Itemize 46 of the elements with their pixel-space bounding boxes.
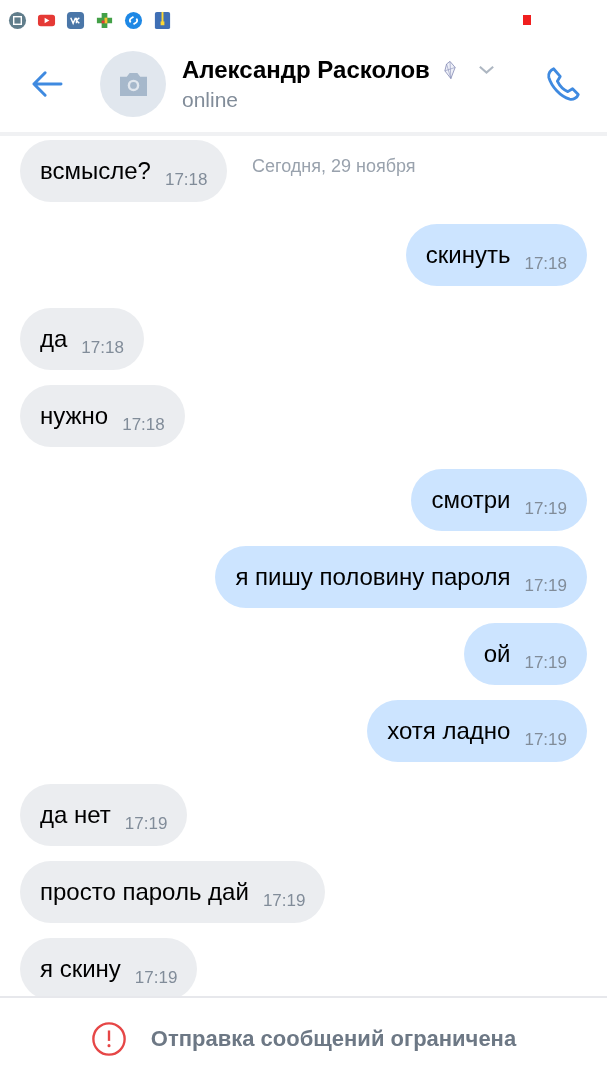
message-time: 17:19 xyxy=(134,968,178,988)
message-bubble[interactable]: да нет 17:19 xyxy=(20,784,188,846)
message-bubble[interactable]: хотя ладно 17:19 xyxy=(367,700,587,762)
message-bubble[interactable]: всмысле? 17:18 xyxy=(20,140,228,202)
message-time: 17:18 xyxy=(81,338,124,358)
message-text: смотри xyxy=(431,486,511,514)
message-text: хотя ладно xyxy=(387,717,511,745)
message-time: 17:19 xyxy=(124,814,168,834)
message-time: 17:19 xyxy=(262,891,306,911)
message-text: да нет xyxy=(40,801,111,829)
message-text: я скину xyxy=(40,955,121,983)
back-icon[interactable] xyxy=(30,70,64,98)
message-time: 17:18 xyxy=(164,170,208,190)
date-label: Сегодня, 29 ноября xyxy=(252,156,416,177)
app-icon xyxy=(66,10,85,30)
zipper-icon xyxy=(153,10,172,30)
message-bubble[interactable]: смотри 17:19 xyxy=(411,469,587,531)
message-time: 17:19 xyxy=(524,576,567,596)
message-bubble[interactable]: скинуть 17:18 xyxy=(405,224,587,286)
message-time: 17:19 xyxy=(524,499,567,519)
message-text: просто пароль дай xyxy=(40,878,249,906)
warning-icon xyxy=(90,1021,127,1057)
message-text: да xyxy=(40,325,68,353)
message-time: 17:19 xyxy=(524,730,567,750)
message-bubble[interactable]: я скину 17:19 xyxy=(20,938,198,996)
message-text: скинуть xyxy=(425,241,511,269)
online-status: online xyxy=(182,88,240,112)
message-bubble[interactable]: я пишу половину пароля 17:19 xyxy=(215,546,587,608)
message-time: 17:19 xyxy=(524,653,567,673)
message-time: 17:18 xyxy=(524,254,567,274)
message-text: ой xyxy=(483,640,511,668)
message-text: всмысле? xyxy=(40,157,151,185)
gem-icon xyxy=(443,60,456,80)
app-icon xyxy=(8,10,27,30)
message-text: я пишу половину пароля xyxy=(235,563,511,591)
message-bubble[interactable]: просто пароль дай 17:19 xyxy=(20,861,326,923)
message-bubble[interactable]: ой 17:19 xyxy=(463,623,587,685)
message-bubble[interactable]: нужно 17:18 xyxy=(20,385,185,447)
notice-text: Отправка сообщений ограничена xyxy=(150,1026,517,1052)
chevron-down-icon[interactable] xyxy=(477,65,495,75)
phone-icon[interactable] xyxy=(545,65,583,103)
contact-name: Александр Расколов xyxy=(182,56,430,84)
app-icon xyxy=(124,10,143,30)
message-time: 17:18 xyxy=(122,415,165,435)
message-bubble[interactable]: да 17:18 xyxy=(20,308,144,370)
message-text: нужно xyxy=(40,402,109,430)
